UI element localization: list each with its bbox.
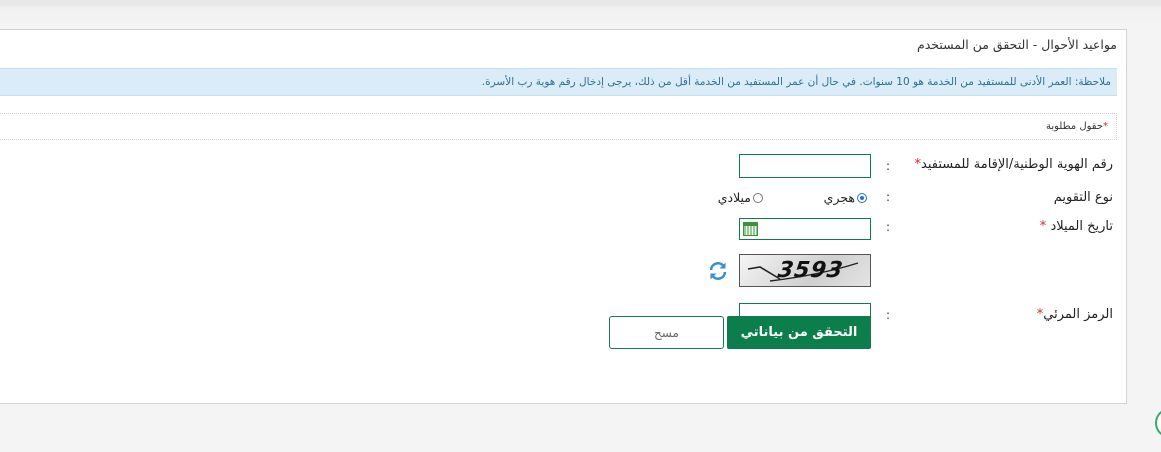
captcha-image: 3593 bbox=[739, 254, 871, 287]
top-bar-shadow bbox=[0, 6, 1161, 26]
birth-date-input[interactable] bbox=[739, 218, 871, 240]
required-fields-legend: *حقول مطلوبة bbox=[0, 113, 1117, 140]
birth-date-label: تاريخ الميلاد * bbox=[1039, 219, 1113, 234]
verify-data-button[interactable]: التحقق من بياناتي bbox=[727, 316, 871, 349]
id-number-input[interactable] bbox=[739, 154, 871, 178]
verification-panel: مواعيد الأحوال - التحقق من المستخدم ملاح… bbox=[0, 29, 1127, 404]
clear-button[interactable]: مسح bbox=[609, 316, 724, 349]
visual-code-label: الرمز المرئي* bbox=[1036, 307, 1113, 322]
radio-gregorian-label: ميلادي bbox=[717, 190, 751, 205]
calendar-type-colon: : bbox=[885, 190, 890, 204]
required-star: * bbox=[1103, 121, 1108, 132]
radio-hijri[interactable]: هجري bbox=[824, 190, 867, 205]
chat-widget-icon[interactable] bbox=[1155, 408, 1161, 438]
radio-hijri-circle[interactable] bbox=[857, 192, 867, 203]
required-fields-label: حقول مطلوبة bbox=[1045, 121, 1103, 132]
birth-date-colon: : bbox=[885, 220, 890, 234]
id-number-colon: : bbox=[885, 159, 890, 173]
calendar-icon[interactable] bbox=[743, 222, 758, 236]
id-number-label: رقم الهوية الوطنية/الإقامة للمستفيد* bbox=[914, 157, 1114, 172]
captcha-text: 3593 bbox=[776, 258, 845, 283]
age-note-text: ملاحظة: العمر الأدنى للمستفيد من الخدمة … bbox=[481, 76, 1111, 88]
radio-gregorian-circle[interactable] bbox=[753, 192, 763, 203]
radio-gregorian[interactable]: ميلادي bbox=[718, 190, 763, 205]
calendar-type-label: نوع التقويم bbox=[1053, 190, 1113, 205]
radio-hijri-label: هجري bbox=[823, 190, 855, 205]
refresh-captcha-icon[interactable] bbox=[707, 260, 729, 282]
panel-title: مواعيد الأحوال - التحقق من المستخدم bbox=[916, 37, 1117, 52]
visual-code-colon: : bbox=[885, 308, 890, 322]
age-note-banner: ملاحظة: العمر الأدنى للمستفيد من الخدمة … bbox=[0, 68, 1117, 96]
